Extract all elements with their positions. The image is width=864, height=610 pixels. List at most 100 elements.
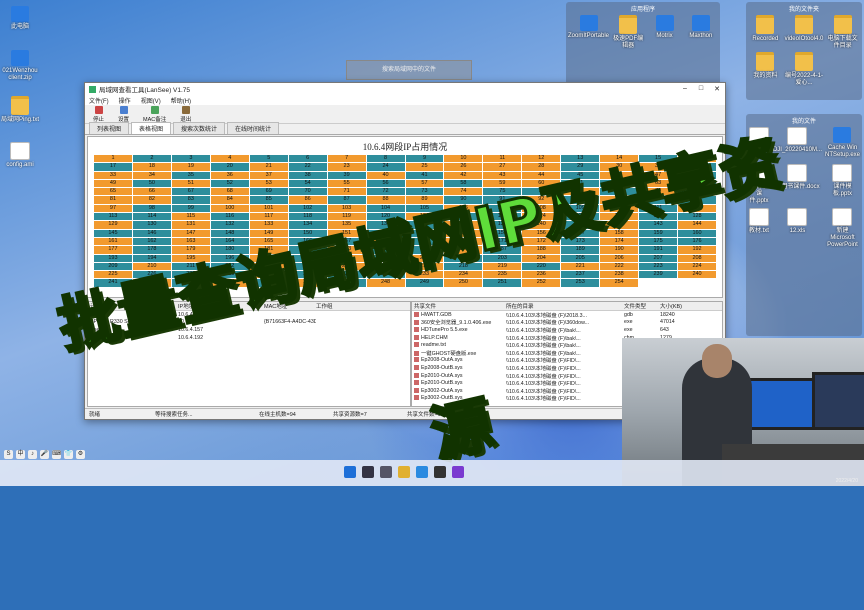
- folder-label: Recorded: [752, 36, 779, 42]
- file-icon: [414, 395, 419, 401]
- folder-icon: [833, 15, 852, 34]
- menu-view[interactable]: 视图(V): [141, 96, 161, 105]
- ppt-icon: [832, 164, 853, 182]
- share-cell: \\10.6.4.103\本地磁盘 (F)\360dow...: [506, 320, 590, 327]
- stop-button[interactable]: 停止: [93, 105, 104, 123]
- desktop-icon-label: 021Wenzhou client.zip: [2, 68, 38, 81]
- app-label: 极速PDF编辑器: [613, 36, 644, 49]
- ip-cell[interactable]: 20: [210, 163, 249, 171]
- explorer-icon[interactable]: [398, 466, 410, 478]
- ip-cell[interactable]: 2: [132, 155, 171, 163]
- folder-item[interactable]: 编号2022-4-1-爱心...: [785, 52, 824, 87]
- app-icon[interactable]: Motrix: [647, 15, 681, 50]
- share-cell: gdb: [624, 311, 633, 318]
- desktop-icon-zip[interactable]: 021Wenzhou client.zip: [0, 50, 40, 82]
- ip-cell[interactable]: 1: [94, 155, 132, 163]
- share-cell: exe: [624, 319, 633, 326]
- share-cell: \\10.6.4.103\本地磁盘 (F)\bak\...: [506, 335, 581, 342]
- tab-table-view[interactable]: 表格视图: [131, 122, 172, 134]
- stop-icon: [94, 105, 103, 114]
- ip-cell[interactable]: 51: [171, 179, 210, 188]
- menu-file[interactable]: 文件(F): [89, 96, 109, 105]
- tab-list-view[interactable]: 列表视图: [89, 122, 130, 134]
- ip-cell[interactable]: 82: [132, 196, 171, 204]
- app-icon[interactable]: 极速PDF编辑器: [611, 15, 645, 50]
- fence-title: 我的文件夹: [788, 7, 819, 13]
- ime-voice-icon[interactable]: ♪: [28, 450, 37, 459]
- ip-cell[interactable]: 97: [94, 204, 132, 213]
- zoomit-icon: [579, 15, 598, 31]
- folder-item[interactable]: videoIOtool4.0: [785, 15, 823, 50]
- ime-mic-icon[interactable]: 🎤: [40, 450, 49, 459]
- ip-cell[interactable]: 33: [94, 171, 132, 179]
- mac-icon: [150, 105, 159, 114]
- ime-sogou-icon[interactable]: S: [4, 450, 13, 459]
- ip-cell[interactable]: 67: [171, 188, 210, 196]
- app-icon[interactable]: Maxthon: [684, 15, 718, 50]
- ip-cell[interactable]: 65: [94, 188, 132, 196]
- ip-cell[interactable]: 66: [132, 188, 171, 196]
- folder-icon: [756, 15, 775, 34]
- title-bar[interactable]: 局域网查看工具(LanSee) V1.75 – □ ✕: [85, 83, 725, 95]
- ip-cell[interactable]: 18: [132, 163, 171, 171]
- ip-cell[interactable]: 21: [249, 163, 288, 171]
- ip-cell[interactable]: 19: [171, 163, 210, 171]
- share-cell: \\10.6.4.103\本地磁盘 (F)\bak\...: [506, 327, 581, 334]
- file-item[interactable]: 课件模板.pptx: [825, 164, 860, 205]
- ip-cell[interactable]: 17: [94, 163, 132, 171]
- share-cell: \\10.6.4.103\本地磁盘 (F)\bak\...: [506, 350, 581, 357]
- app-icon[interactable]: ZoomItPortable: [568, 15, 609, 50]
- share-cell: \\10.6.4.103\本地磁盘 (F)\FID\...: [506, 365, 581, 372]
- ime-lang-icon[interactable]: 中: [16, 450, 25, 459]
- ip-cell[interactable]: 50: [132, 179, 171, 188]
- ip-cell[interactable]: 3: [171, 155, 210, 163]
- presenter-head: [702, 344, 732, 378]
- zip-icon: [11, 50, 29, 66]
- ime-keyboard-icon[interactable]: ⌨: [52, 450, 61, 459]
- menu-help[interactable]: 帮助(H): [171, 96, 191, 105]
- ip-cell[interactable]: 35: [171, 171, 210, 179]
- share-cell: \\10.6.4.103\本地磁盘 (F)\FID\...: [506, 396, 581, 403]
- settings-button[interactable]: 设置: [118, 105, 129, 123]
- search-icon[interactable]: [362, 466, 374, 478]
- store-icon[interactable]: [434, 466, 446, 478]
- ip-cell[interactable]: 34: [132, 171, 171, 179]
- ip-cell[interactable]: 52: [210, 179, 249, 188]
- col-file-type[interactable]: 文件类型: [624, 302, 660, 310]
- col-size[interactable]: 大小(KB): [660, 302, 700, 310]
- folder-item[interactable]: Recorded: [748, 15, 783, 50]
- start-icon[interactable]: [344, 466, 356, 478]
- tab-online-stats[interactable]: 在线时间统计: [227, 122, 280, 134]
- window-title: 局域网查看工具(LanSee) V1.75: [99, 87, 191, 94]
- ip-cell[interactable]: 81: [94, 196, 132, 204]
- file-item[interactable]: Cache Win NTSetup.exe: [825, 127, 860, 161]
- file-item[interactable]: 新建 Microsoft PowerPoint: [825, 208, 860, 249]
- edge-icon[interactable]: [416, 466, 428, 478]
- setup-icon: [833, 127, 852, 143]
- share-cell: 18240: [660, 311, 675, 318]
- ip-cell[interactable]: 5: [249, 155, 288, 163]
- menu-operate[interactable]: 操作: [119, 96, 131, 105]
- pdf-icon: [619, 15, 638, 34]
- share-cell: \\10.6.4.103\本地磁盘 (F)\FID\...: [506, 381, 581, 387]
- app-icon[interactable]: [452, 466, 464, 478]
- taskbar-apps: [344, 466, 464, 478]
- ime-skin-icon[interactable]: 👕: [64, 450, 73, 459]
- ip-cell[interactable]: 4: [210, 155, 249, 163]
- exit-button[interactable]: 退出: [180, 105, 191, 123]
- tab-search-stats[interactable]: 搜索次数统计: [173, 122, 226, 134]
- ip-cell[interactable]: 36: [210, 171, 249, 179]
- status-online-hosts: 在线主机数=94: [259, 412, 296, 418]
- ip-cell[interactable]: 37: [249, 171, 288, 179]
- ime-settings-icon[interactable]: ⚙: [76, 450, 85, 459]
- desktop-icon-this-pc[interactable]: 此电脑: [0, 6, 40, 31]
- folder-item[interactable]: 电脑下载文件目录: [825, 15, 860, 50]
- task-view-icon[interactable]: [380, 466, 392, 478]
- desktop-icon-label: 此电脑: [10, 24, 29, 30]
- desktop-icon-ping[interactable]: 局域网Ping.txt: [0, 96, 40, 124]
- mac-note-button[interactable]: MAC备注: [143, 105, 166, 123]
- desktop-icon-config[interactable]: config.ami: [0, 142, 40, 169]
- exit-icon: [181, 105, 190, 114]
- ip-cell[interactable]: 6: [288, 155, 327, 163]
- ip-cell[interactable]: 49: [94, 179, 132, 188]
